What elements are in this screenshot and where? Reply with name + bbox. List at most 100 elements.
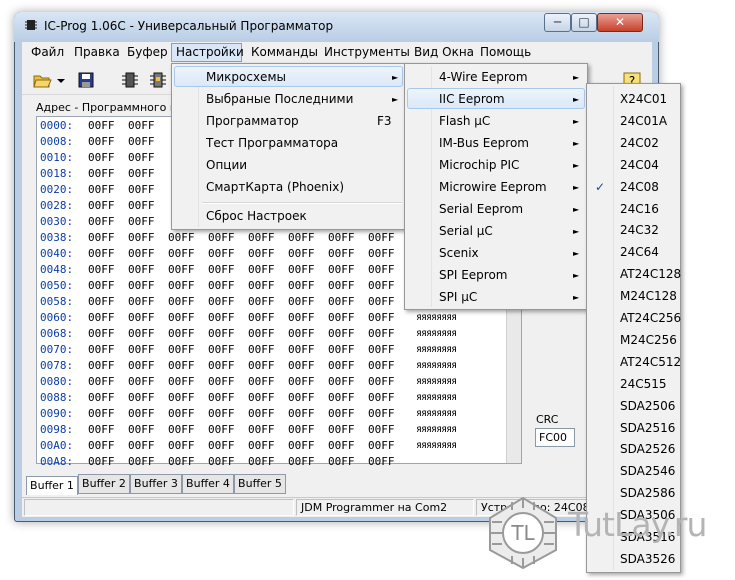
hex-cell[interactable]: 00FF — [88, 311, 115, 324]
hex-cell[interactable]: 00FF — [168, 279, 195, 292]
hex-row[interactable]: 0010: 00FF 00FF — [40, 151, 155, 167]
tab-buffer-3[interactable]: Buffer 3 — [130, 474, 182, 494]
hex-cell[interactable]: 00FF — [208, 375, 235, 388]
iic-device-item[interactable]: 24C02 — [620, 136, 659, 150]
hex-cell[interactable]: 00FF — [208, 343, 235, 356]
chip-family-item[interactable]: Flash µC — [439, 114, 490, 128]
hex-cell[interactable]: 00FF — [248, 423, 275, 436]
hex-cell[interactable]: 00FF — [288, 455, 315, 468]
hex-cell[interactable]: 00FF — [248, 247, 275, 260]
hex-cell[interactable]: 00FF — [128, 215, 155, 228]
hex-cell[interactable]: 00FF — [88, 167, 115, 180]
hex-cell[interactable]: 00FF — [128, 295, 155, 308]
iic-device-item[interactable]: SDA2586 — [620, 486, 675, 500]
hex-row[interactable]: 0048: 00FF 00FF 00FF 00FF 00FF 00FF 00FF 00FF — [40, 263, 395, 279]
hex-cell[interactable]: 00FF — [288, 247, 315, 260]
hex-cell[interactable]: 00FF — [328, 423, 355, 436]
chip-family-item[interactable]: Scenix — [439, 246, 479, 260]
tab-buffer-5[interactable]: Buffer 5 — [234, 474, 286, 494]
hex-cell[interactable]: 00FF — [328, 391, 355, 404]
menu-item-test-programmer[interactable]: Тест Программатора — [206, 136, 338, 150]
hex-cell[interactable]: 00FF — [88, 119, 115, 132]
hex-cell[interactable]: 00FF — [248, 455, 275, 468]
iic-device-item[interactable]: AT24C512 — [620, 355, 681, 369]
hex-cell[interactable]: 00FF — [128, 151, 155, 164]
hex-cell[interactable]: 00FF — [88, 151, 115, 164]
hex-cell[interactable]: 00FF — [288, 391, 315, 404]
chip-family-item[interactable]: Serial Eeprom — [439, 202, 523, 216]
hex-cell[interactable]: 00FF — [128, 407, 155, 420]
hex-cell[interactable]: 00FF — [208, 359, 235, 372]
hex-row[interactable]: 0070: 00FF 00FF 00FF 00FF 00FF 00FF 00FF 00FF — [40, 343, 395, 359]
menu-edit[interactable]: Правка — [74, 45, 120, 59]
hex-cell[interactable]: 00FF — [128, 311, 155, 324]
hex-row[interactable]: 0078: 00FF 00FF 00FF 00FF 00FF 00FF 00FF 00FF — [40, 359, 395, 375]
hex-row[interactable]: 0018: 00FF 00FF — [40, 167, 155, 183]
hex-row[interactable]: 0020: 00FF 00FF — [40, 183, 155, 199]
hex-row[interactable]: 0050: 00FF 00FF 00FF 00FF 00FF 00FF 00FF 00FF — [40, 279, 395, 295]
hex-cell[interactable]: 00FF — [128, 359, 155, 372]
iic-device-item[interactable]: SDA2526 — [620, 442, 675, 456]
tab-buffer-1[interactable]: Buffer 1 — [26, 476, 78, 495]
hex-cell[interactable]: 00FF — [368, 439, 395, 452]
hex-cell[interactable]: 00FF — [208, 439, 235, 452]
hex-cell[interactable]: 00FF — [288, 343, 315, 356]
menu-item-reset[interactable]: Сброс Настроек — [206, 209, 307, 223]
hex-row[interactable]: 0040: 00FF 00FF 00FF 00FF 00FF 00FF 00FF 00FF — [40, 247, 395, 263]
hex-cell[interactable]: 00FF — [248, 359, 275, 372]
hex-cell[interactable]: 00FF — [248, 327, 275, 340]
hex-cell[interactable]: 00FF — [248, 439, 275, 452]
iic-device-item[interactable]: 24C64 — [620, 245, 659, 259]
tab-buffer-4[interactable]: Buffer 4 — [182, 474, 234, 494]
hex-cell[interactable]: 00FF — [368, 423, 395, 436]
save-disk-icon[interactable] — [76, 71, 96, 89]
menu-item-chips[interactable]: Микросхемы — [206, 70, 286, 84]
hex-cell[interactable]: 00FF — [128, 231, 155, 244]
hex-cell[interactable]: 00FF — [248, 263, 275, 276]
chip-family-item[interactable]: IIC Eeprom — [439, 92, 505, 106]
close-button[interactable]: ✕ — [597, 13, 643, 32]
maximize-button[interactable]: □ — [571, 13, 597, 32]
hex-cell[interactable]: 00FF — [368, 391, 395, 404]
hex-cell[interactable]: 00FF — [248, 279, 275, 292]
hex-cell[interactable]: 00FF — [368, 407, 395, 420]
hex-cell[interactable]: 00FF — [328, 311, 355, 324]
menu-help[interactable]: Помощь — [480, 45, 531, 59]
hex-cell[interactable]: 00FF — [88, 183, 115, 196]
chip-family-item[interactable]: SPI µC — [439, 290, 477, 304]
hex-cell[interactable]: 00FF — [88, 279, 115, 292]
open-folder-icon[interactable] — [32, 71, 52, 89]
iic-device-item[interactable]: 24C08 — [620, 180, 659, 194]
hex-cell[interactable]: 00FF — [88, 359, 115, 372]
menu-buffer[interactable]: Буфер — [127, 45, 168, 59]
hex-cell[interactable]: 00FF — [208, 295, 235, 308]
hex-cell[interactable]: 00FF — [208, 407, 235, 420]
hex-cell[interactable]: 00FF — [328, 343, 355, 356]
hex-cell[interactable]: 00FF — [288, 295, 315, 308]
hex-cell[interactable]: 00FF — [368, 359, 395, 372]
hex-cell[interactable]: 00FF — [288, 407, 315, 420]
hex-cell[interactable]: 00FF — [248, 407, 275, 420]
hex-cell[interactable]: 00FF — [168, 263, 195, 276]
hex-cell[interactable]: 00FF — [248, 231, 275, 244]
hex-row[interactable]: 0060: 00FF 00FF 00FF 00FF 00FF 00FF 00FF 00FF — [40, 311, 395, 327]
hex-cell[interactable]: 00FF — [328, 359, 355, 372]
hex-row[interactable]: 0028: 00FF 00FF — [40, 199, 155, 215]
tab-buffer-2[interactable]: Buffer 2 — [78, 474, 130, 494]
hex-cell[interactable]: 00FF — [288, 375, 315, 388]
chip-program-icon[interactable] — [148, 71, 168, 89]
hex-cell[interactable]: 00FF — [88, 327, 115, 340]
hex-row[interactable]: 0080: 00FF 00FF 00FF 00FF 00FF 00FF 00FF 00FF — [40, 375, 395, 391]
menu-commands[interactable]: Комманды — [251, 45, 318, 59]
hex-cell[interactable]: 00FF — [88, 215, 115, 228]
hex-row[interactable]: 0038: 00FF 00FF 00FF 00FF 00FF 00FF 00FF 00FF — [40, 231, 395, 247]
chip-family-item[interactable]: Serial µC — [439, 224, 493, 238]
hex-cell[interactable]: 00FF — [288, 231, 315, 244]
hex-row[interactable]: 00A0: 00FF 00FF 00FF 00FF 00FF 00FF 00FF 00FF — [40, 439, 395, 455]
chip-read-icon[interactable] — [120, 71, 140, 89]
hex-cell[interactable]: 00FF — [88, 343, 115, 356]
iic-device-item[interactable]: SDA2516 — [620, 421, 675, 435]
hex-cell[interactable]: 00FF — [88, 231, 115, 244]
hex-cell[interactable]: 00FF — [128, 279, 155, 292]
hex-cell[interactable]: 00FF — [128, 167, 155, 180]
